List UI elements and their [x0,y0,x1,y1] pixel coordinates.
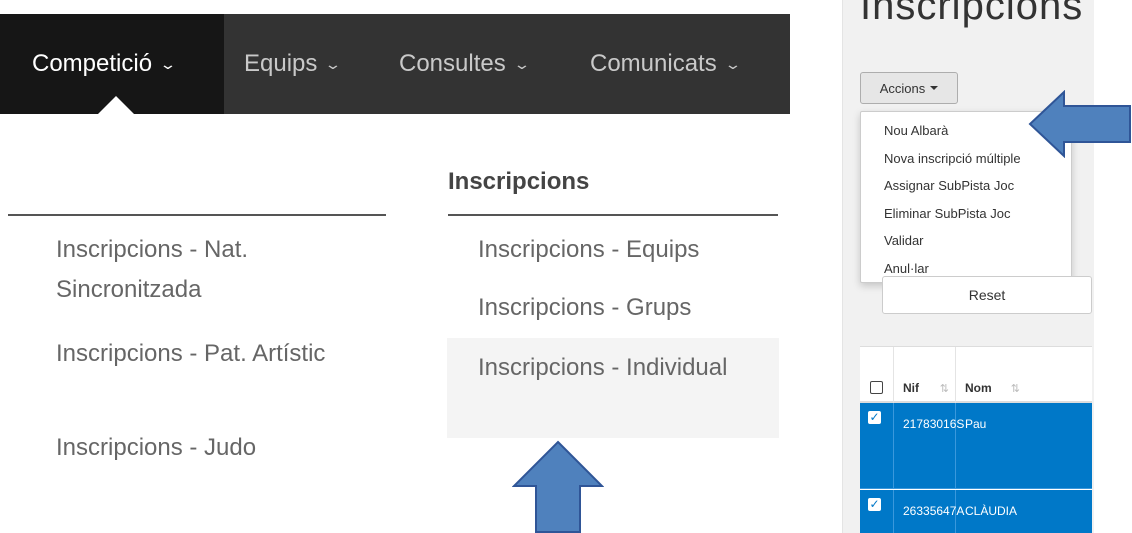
menu-link-nat-sincronitzada[interactable]: Inscripcions - Nat. Sincronitzada [56,230,376,310]
table-row[interactable]: ✓ 21783016S Pau [860,403,1092,489]
cell-nif: 26335647A [894,490,964,533]
menu-link-pat-artistic[interactable]: Inscripcions - Pat. Artístic [56,334,376,374]
right-margin [1094,0,1132,533]
arrow-left-icon [1028,90,1131,158]
table-header: Nif ⇅ Nom ⇅ [860,347,1092,403]
nav-consultes[interactable]: Consultes ⌄ [399,14,530,114]
menu-link-grups[interactable]: Inscripcions - Grups [478,288,778,328]
accions-button[interactable]: Accions [860,72,958,104]
sort-icon[interactable]: ⇅ [1011,382,1020,395]
menu-item-validar[interactable]: Validar [861,227,1071,255]
column-header-nom[interactable]: Nom ⇅ [956,347,1092,403]
reset-button[interactable]: Reset [882,276,1092,314]
chevron-down-icon: ⌄ [723,55,742,72]
menu-link-judo[interactable]: Inscripcions - Judo [56,428,376,468]
row-select-cell[interactable]: ✓ [860,403,894,488]
row-select-cell[interactable]: ✓ [860,490,894,533]
nav-competicio-label: Competició [32,50,153,77]
inscripcions-table: Nif ⇅ Nom ⇅ ✓ 21783016S Pau ✓ 26335647A … [860,346,1092,533]
cell-nom-text: CLÀUDIA [965,504,1018,518]
left-panel: Competició ⌄ Equips ⌄ Consultes ⌄ Comuni… [0,0,790,533]
column-header-nif-label: Nif [903,381,919,395]
nav-equips[interactable]: Equips ⌄ [244,14,343,114]
header-select-all[interactable] [860,347,894,403]
nav-comunicats-label: Comunicats [590,50,717,77]
menu-link-individual-highlight[interactable]: Inscripcions - Individual [447,338,779,438]
menu-item-assignar-subpista[interactable]: Assignar SubPista Joc [861,172,1071,200]
checked-checkbox-icon[interactable]: ✓ [868,498,881,511]
column-header-nif[interactable]: Nif ⇅ [894,347,956,403]
chevron-down-icon: ⌄ [159,55,177,72]
divider [8,214,386,216]
column-header-nom-label: Nom [965,381,992,395]
menu-item-eliminar-subpista[interactable]: Eliminar SubPista Joc [861,200,1071,228]
page-title: Inscripcions [860,0,1084,28]
megamenu-heading-inscripcions: Inscripcions [448,168,590,195]
checked-checkbox-icon[interactable]: ✓ [868,411,881,424]
cell-nif: 21783016S [894,403,964,488]
panel-separator [790,0,832,533]
chevron-down-icon: ⌄ [324,55,343,72]
chevron-down-icon: ⌄ [512,55,531,72]
cell-nom-text: Pau [965,417,987,431]
table-row[interactable]: ✓ 26335647A CLÀUDIA [860,490,1092,533]
nav-equips-label: Equips [244,50,318,77]
menu-link-equips[interactable]: Inscripcions - Equips [478,230,778,270]
cell-nom: Pau [956,403,1092,488]
caret-down-icon [930,86,939,90]
menu-link-individual[interactable]: Inscripcions - Individual [478,348,768,388]
cell-nom: CLÀUDIA [956,490,1092,533]
dropdown-caret [98,96,134,114]
divider [448,214,778,216]
nav-comunicats[interactable]: Comunicats ⌄ [590,14,741,114]
sort-icon[interactable]: ⇅ [940,382,949,395]
arrow-up-icon [512,440,604,533]
accions-button-label: Accions [879,80,926,96]
nav-consultes-label: Consultes [399,50,506,77]
select-all-checkbox[interactable] [870,381,883,394]
